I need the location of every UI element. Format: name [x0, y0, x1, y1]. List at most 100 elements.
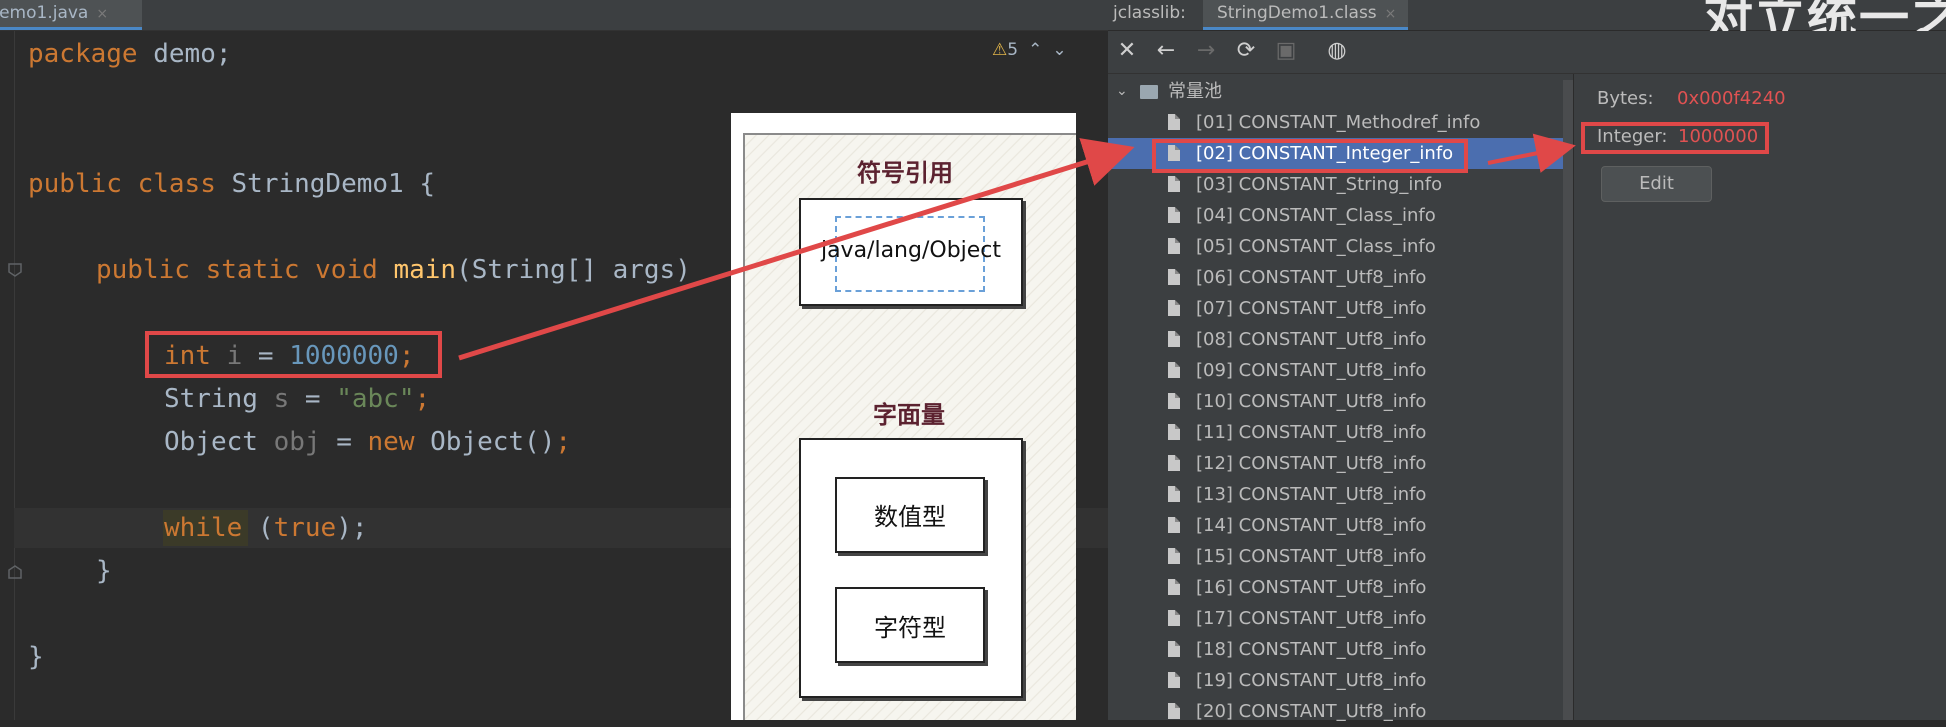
tree-item-label: [16] CONSTANT_Utf8_info: [1196, 577, 1427, 598]
editor-tab-bar: [0, 0, 1108, 31]
tree-item[interactable]: [08] CONSTANT_Utf8_info: [1108, 324, 1563, 355]
file-icon: [1168, 672, 1180, 688]
tree-item-label: [04] CONSTANT_Class_info: [1196, 205, 1436, 226]
constant-pool-diagram: 符号引用 java/lang/Object 字面量 数值型 字符型: [731, 113, 1076, 720]
numeric-label: 数值型: [874, 503, 946, 531]
annotation-box-integer-info: [1152, 139, 1468, 173]
inspection-widget[interactable]: ⚠5 ⌃ ⌄: [992, 40, 1067, 60]
tree-item-label: [17] CONSTANT_Utf8_info: [1196, 608, 1427, 629]
fold-end-icon[interactable]: [7, 564, 23, 580]
code-line-string[interactable]: String s = "abc";: [164, 382, 430, 416]
annotation-box-int-line: [145, 331, 442, 378]
diagram-title-literal: 字面量: [873, 401, 945, 429]
file-icon: [1168, 269, 1180, 285]
code-line-while[interactable]: while (true);: [164, 511, 368, 545]
tree-item-label: [13] CONSTANT_Utf8_info: [1196, 484, 1427, 505]
class-file-tab[interactable]: StringDemo1.class ×: [1203, 0, 1408, 30]
code-line-package[interactable]: package demo;: [28, 37, 232, 71]
chevron-down-icon[interactable]: ⌄: [1052, 40, 1066, 60]
warning-count: 5: [1007, 40, 1019, 60]
tree-item[interactable]: [06] CONSTANT_Utf8_info: [1108, 262, 1563, 293]
refresh-icon[interactable]: ⟳: [1231, 36, 1261, 66]
editor-tab-title: Demo1.java: [0, 3, 89, 23]
file-icon: [1168, 393, 1180, 409]
file-icon: [1168, 703, 1180, 719]
tree-item[interactable]: [12] CONSTANT_Utf8_info: [1108, 448, 1563, 479]
fold-icon[interactable]: [7, 262, 23, 278]
tree-item[interactable]: [18] CONSTANT_Utf8_info: [1108, 634, 1563, 665]
file-icon: [1168, 114, 1180, 130]
file-icon: [1168, 455, 1180, 471]
chevron-down-icon[interactable]: ⌄: [1116, 76, 1128, 107]
tree-item[interactable]: [20] CONSTANT_Utf8_info: [1108, 696, 1563, 727]
tree-item[interactable]: [09] CONSTANT_Utf8_info: [1108, 355, 1563, 386]
bytes-value: 0x000f4240: [1677, 88, 1786, 109]
close-icon[interactable]: ×: [1385, 6, 1397, 22]
file-icon: [1168, 424, 1180, 440]
tree-item-label: [15] CONSTANT_Utf8_info: [1196, 546, 1427, 567]
editor-tab[interactable]: Demo1.java ×: [0, 0, 142, 30]
tree-item[interactable]: [11] CONSTANT_Utf8_info: [1108, 417, 1563, 448]
file-icon: [1168, 207, 1180, 223]
tree-item-label: [11] CONSTANT_Utf8_info: [1196, 422, 1427, 443]
code-line-main[interactable]: public static void main(String[] args): [96, 253, 691, 287]
tree-item[interactable]: [01] CONSTANT_Methodref_info: [1108, 107, 1563, 138]
file-icon: [1168, 517, 1180, 533]
forward-arrow-icon[interactable]: →: [1191, 36, 1221, 66]
gutter-divider: [14, 31, 15, 720]
tree-item-label: [07] CONSTANT_Utf8_info: [1196, 298, 1427, 319]
plugin-tab-prefix: jclasslib:: [1113, 3, 1186, 23]
code-line-close-class[interactable]: }: [28, 640, 44, 674]
file-icon: [1168, 610, 1180, 626]
close-icon[interactable]: ✕: [1112, 36, 1142, 66]
tree-item-label: [06] CONSTANT_Utf8_info: [1196, 267, 1427, 288]
back-arrow-icon[interactable]: ←: [1151, 36, 1181, 66]
tree-item-label: [12] CONSTANT_Utf8_info: [1196, 453, 1427, 474]
tree-item-label: [01] CONSTANT_Methodref_info: [1196, 112, 1481, 133]
symbolic-item-label: java/lang/Object: [820, 238, 1002, 263]
tree-item[interactable]: [13] CONSTANT_Utf8_info: [1108, 479, 1563, 510]
tree-scrollbar[interactable]: [1563, 80, 1573, 720]
tree-item-label: [10] CONSTANT_Utf8_info: [1196, 391, 1427, 412]
save-icon[interactable]: ▣: [1271, 36, 1301, 66]
chevron-up-icon[interactable]: ⌃: [1028, 40, 1042, 60]
file-icon: [1168, 176, 1180, 192]
file-icon: [1168, 486, 1180, 502]
code-line-close-method[interactable]: }: [96, 554, 112, 588]
file-icon: [1168, 641, 1180, 657]
code-line-object[interactable]: Object obj = new Object();: [164, 425, 571, 459]
web-icon[interactable]: ◍: [1322, 36, 1352, 66]
folder-icon: [1140, 85, 1158, 99]
annotation-box-integer-value: [1581, 122, 1769, 154]
tree-item[interactable]: [19] CONSTANT_Utf8_info: [1108, 665, 1563, 696]
file-icon: [1168, 238, 1180, 254]
tree-item[interactable]: [10] CONSTANT_Utf8_info: [1108, 386, 1563, 417]
tree-item[interactable]: [15] CONSTANT_Utf8_info: [1108, 541, 1563, 572]
tree-item-label: [14] CONSTANT_Utf8_info: [1196, 515, 1427, 536]
code-line-class[interactable]: public class StringDemo1 {: [28, 167, 435, 201]
tree-item[interactable]: [03] CONSTANT_String_info: [1108, 169, 1563, 200]
bytes-label: Bytes:: [1597, 88, 1654, 109]
tree-root-constant-pool[interactable]: ⌄ 常量池: [1108, 76, 1563, 107]
file-icon: [1168, 579, 1180, 595]
close-icon[interactable]: ×: [96, 6, 108, 22]
file-icon: [1168, 548, 1180, 564]
tree-item-label: [20] CONSTANT_Utf8_info: [1196, 701, 1427, 722]
file-icon: [1168, 331, 1180, 347]
tree-item[interactable]: [17] CONSTANT_Utf8_info: [1108, 603, 1563, 634]
tree-item-label: [03] CONSTANT_String_info: [1196, 174, 1443, 195]
tree-item-label: [18] CONSTANT_Utf8_info: [1196, 639, 1427, 660]
tree-item[interactable]: [04] CONSTANT_Class_info: [1108, 200, 1563, 231]
tree-item-label: [19] CONSTANT_Utf8_info: [1196, 670, 1427, 691]
tree-item-label: [05] CONSTANT_Class_info: [1196, 236, 1436, 257]
tree-item-label: [08] CONSTANT_Utf8_info: [1196, 329, 1427, 350]
edit-button[interactable]: Edit: [1601, 166, 1712, 202]
class-file-tab-title: StringDemo1.class: [1217, 3, 1377, 23]
tree-item[interactable]: [16] CONSTANT_Utf8_info: [1108, 572, 1563, 603]
diagram-title-symbolic: 符号引用: [857, 159, 953, 187]
tree-item[interactable]: [05] CONSTANT_Class_info: [1108, 231, 1563, 262]
tree-item[interactable]: [14] CONSTANT_Utf8_info: [1108, 510, 1563, 541]
tree-item[interactable]: [07] CONSTANT_Utf8_info: [1108, 293, 1563, 324]
file-icon: [1168, 300, 1180, 316]
warning-triangle-icon: ⚠: [992, 40, 1008, 60]
